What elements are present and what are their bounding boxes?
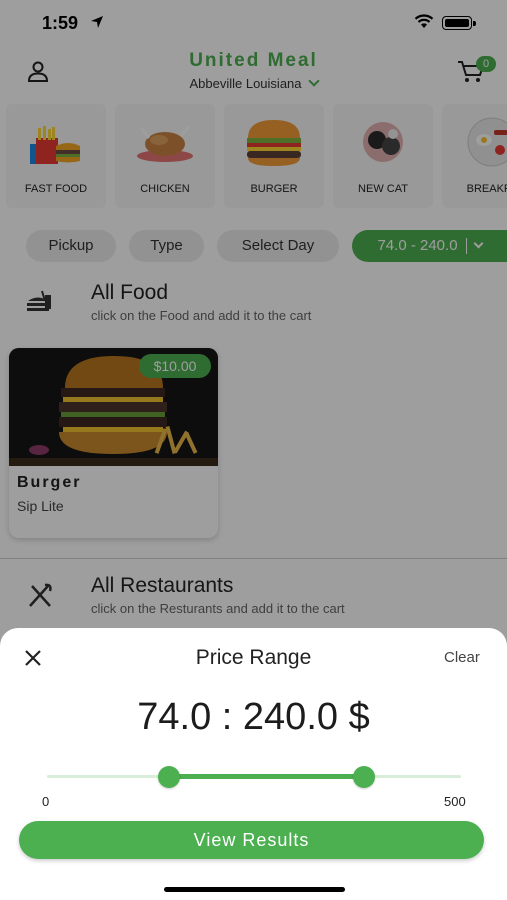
slider-min-label: 0 [42, 794, 50, 809]
sheet-title: Price Range [195, 646, 312, 669]
view-results-button[interactable]: View Results [19, 821, 484, 859]
slider-max-thumb[interactable] [352, 766, 375, 788]
clear-button[interactable]: Clear [444, 649, 480, 666]
slider-max-label: 500 [444, 794, 466, 809]
price-range-sheet: Price Range Clear 74.0 : 240.0 $ 0 500 V… [0, 628, 507, 900]
home-indicator [164, 887, 345, 892]
price-range-value: 74.0 : 240.0 $ [137, 696, 370, 738]
slider-min-thumb[interactable] [158, 766, 181, 788]
price-range-slider[interactable] [47, 766, 461, 788]
slider-active-range [169, 774, 364, 779]
